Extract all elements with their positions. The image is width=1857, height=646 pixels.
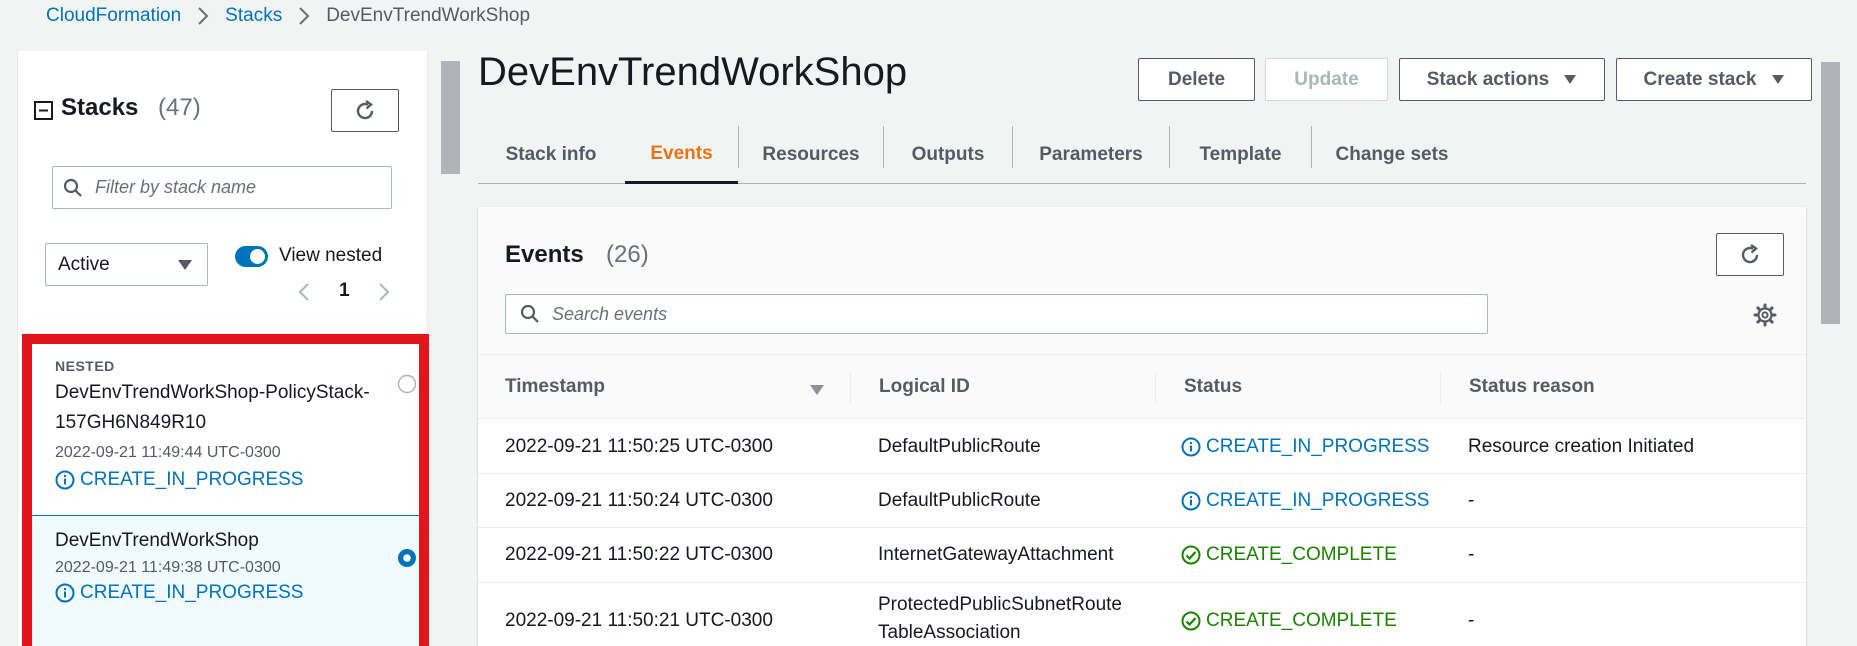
stack-tabs: Stack info Events Resources Outputs Para… [478,126,1806,184]
stack-radio-selected[interactable] [397,548,417,568]
table-row[interactable]: 2022-09-21 11:50:25 UTC-0300 DefaultPubl… [478,420,1806,474]
left-scrollbar[interactable] [437,44,463,646]
stack-actions-button[interactable]: Stack actions [1399,58,1605,101]
column-status[interactable]: Status [1184,376,1242,398]
search-icon [63,178,83,198]
collapse-panel-icon[interactable] [34,101,53,120]
stack-name: DevEnvTrendWorkShop-PolicyStack-157GH6N8… [55,382,370,433]
status-filter-value: Active [58,253,110,275]
tab-change-sets[interactable]: Change sets [1312,126,1472,183]
refresh-icon [353,99,377,123]
tab-parameters[interactable]: Parameters [1013,126,1169,183]
sort-descending-icon[interactable] [809,384,825,396]
stacks-panel-title: Stacks [61,94,139,121]
stack-created-time: 2022-09-21 11:49:44 UTC-0300 [55,444,281,461]
events-panel: Events (26) Search events Timestamp Logi… [478,207,1806,646]
refresh-icon [1738,243,1762,267]
check-circle-icon [1181,611,1201,631]
caret-down-icon [1563,74,1577,85]
search-events-input[interactable]: Search events [505,294,1488,334]
column-logical-id[interactable]: Logical ID [879,376,970,398]
stack-list: NESTED DevEnvTrendWorkShop-PolicyStack-1… [22,334,429,646]
search-icon [520,304,540,324]
previous-page-icon[interactable] [298,282,310,302]
breadcrumb-current: DevEnvTrendWorkShop [326,5,531,26]
cell-logical-id: DefaultPublicRoute [878,490,1041,511]
stack-name: DevEnvTrendWorkShop [55,530,259,551]
breadcrumb: CloudFormation Stacks DevEnvTrendWorkSho… [46,4,530,28]
gear-icon[interactable] [1753,303,1777,327]
cell-timestamp: 2022-09-21 11:50:21 UTC-0300 [505,610,773,631]
cell-status-reason: - [1468,490,1475,511]
page-title: DevEnvTrendWorkShop [478,50,908,94]
info-icon [55,470,75,490]
cell-status-reason: Resource creation Initiated [1468,436,1695,457]
stack-status[interactable]: CREATE_IN_PROGRESS [55,469,303,491]
cell-status: CREATE_IN_PROGRESS [1181,433,1429,461]
stack-item-devenvtrendworkshop[interactable]: DevEnvTrendWorkShop 2022-09-21 11:49:38 … [32,517,419,646]
cell-timestamp: 2022-09-21 11:50:22 UTC-0300 [505,544,773,565]
stack-actions-label: Stack actions [1426,68,1550,90]
create-stack-button[interactable]: Create stack [1616,58,1812,101]
view-nested-toggle[interactable] [235,246,268,267]
cell-logical-id: InternetGatewayAttachment [878,544,1114,565]
info-icon [1181,491,1201,511]
view-nested-label: View nested [279,245,383,266]
events-title: Events [505,241,584,268]
chevron-right-icon [298,6,310,26]
events-count: (26) [606,241,649,268]
status-filter-select[interactable]: Active [45,243,208,286]
nested-tag: NESTED [55,358,115,374]
stack-item-policystack[interactable]: NESTED DevEnvTrendWorkShop-PolicyStack-1… [32,344,419,516]
cell-logical-id: DefaultPublicRoute [878,436,1041,457]
cell-timestamp: 2022-09-21 11:50:24 UTC-0300 [505,490,773,511]
column-timestamp[interactable]: Timestamp [505,376,605,398]
stack-radio-unselected[interactable] [397,374,417,394]
refresh-events-button[interactable] [1716,233,1784,276]
check-circle-icon [1181,545,1201,565]
stack-created-time: 2022-09-21 11:49:38 UTC-0300 [55,559,281,576]
page-scrollbar[interactable] [1817,44,1857,646]
tab-template[interactable]: Template [1170,126,1311,183]
cell-timestamp: 2022-09-21 11:50:25 UTC-0300 [505,436,773,457]
tab-events[interactable]: Events [625,126,738,184]
events-header: Events (26) Search events [478,207,1806,355]
tab-outputs[interactable]: Outputs [884,126,1012,183]
caret-down-icon [1771,74,1785,85]
search-events-placeholder: Search events [552,303,668,324]
info-icon [1181,437,1201,457]
tab-resources[interactable]: Resources [739,126,883,183]
stacks-count: (47) [158,94,201,121]
filter-stacks-input[interactable]: Filter by stack name [52,166,392,209]
breadcrumb-cloudformation-link[interactable]: CloudFormation [46,5,181,27]
next-page-icon[interactable] [378,282,390,302]
tab-stack-info[interactable]: Stack info [478,126,624,183]
update-button[interactable]: Update [1265,58,1388,101]
cell-status-reason: - [1468,610,1475,631]
create-stack-label: Create stack [1643,68,1757,90]
page-number[interactable]: 1 [339,280,350,302]
breadcrumb-stacks-link[interactable]: Stacks [225,5,282,27]
filter-placeholder: Filter by stack name [95,177,257,197]
cell-status: CREATE_COMPLETE [1181,541,1397,569]
table-row[interactable]: 2022-09-21 11:50:24 UTC-0300 DefaultPubl… [478,475,1806,528]
refresh-stacks-button[interactable] [331,89,399,132]
cell-logical-id: ProtectedPublicSubnetRoute TableAssociat… [878,594,1122,643]
stack-status[interactable]: CREATE_IN_PROGRESS [55,582,303,604]
events-table-header: Timestamp Logical ID Status Status reaso… [478,355,1806,419]
caret-down-icon [177,259,193,271]
delete-button[interactable]: Delete [1138,58,1255,101]
table-row[interactable]: 2022-09-21 11:50:22 UTC-0300 InternetGat… [478,529,1806,583]
info-icon [55,583,75,603]
cell-status: CREATE_IN_PROGRESS [1181,487,1429,515]
column-status-reason[interactable]: Status reason [1469,376,1595,398]
table-row[interactable]: 2022-09-21 11:50:21 UTC-0300 ProtectedPu… [478,584,1806,646]
cell-status-reason: - [1468,544,1475,565]
chevron-right-icon [197,6,209,26]
cell-status: CREATE_COMPLETE [1181,607,1397,635]
